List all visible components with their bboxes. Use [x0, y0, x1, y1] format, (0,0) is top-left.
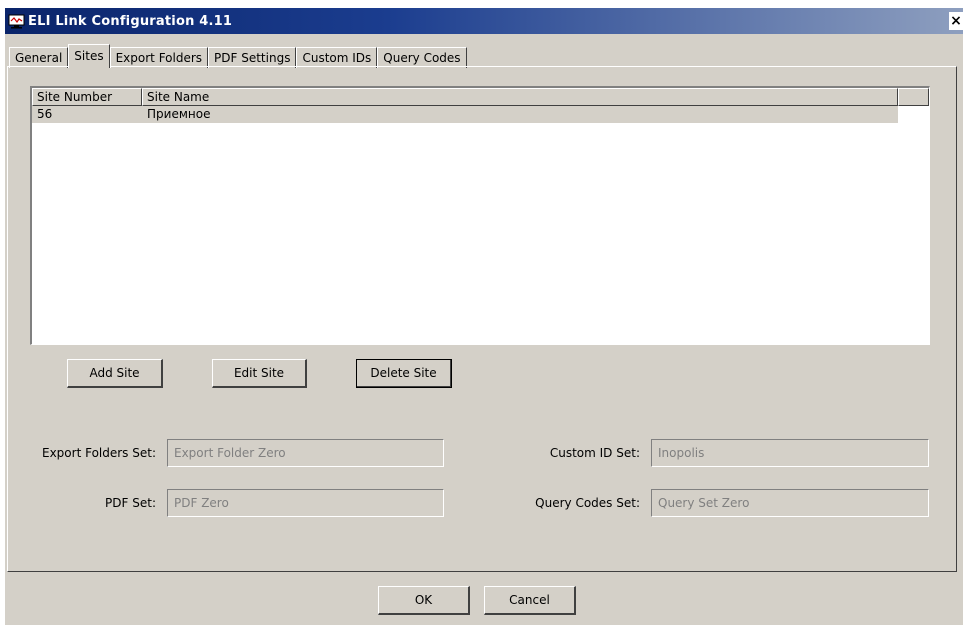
table-header: Site Number Site Name [32, 88, 929, 106]
export-folders-set-label: Export Folders Set: [42, 446, 156, 460]
pdf-set-label: PDF Set: [105, 496, 156, 510]
custom-id-set-field[interactable]: Inopolis [651, 439, 929, 467]
title-bar: ELI Link Configuration 4.11 × [5, 8, 963, 34]
tab-pdf-settings[interactable]: PDF Settings [208, 47, 297, 68]
tab-export-folders[interactable]: Export Folders [109, 47, 209, 68]
tab-sites[interactable]: Sites [68, 44, 110, 68]
query-codes-set-field[interactable]: Query Set Zero [651, 489, 929, 517]
table-row[interactable]: 56 Приемное [32, 106, 898, 123]
close-button[interactable]: × [949, 12, 963, 30]
sites-table[interactable]: Site Number Site Name 56 Приемное [30, 86, 930, 345]
column-header-site-number[interactable]: Site Number [32, 88, 142, 106]
add-site-button[interactable]: Add Site [67, 359, 163, 388]
query-codes-set-label: Query Codes Set: [535, 496, 640, 510]
delete-site-button[interactable]: Delete Site [356, 359, 452, 388]
window-title: ELI Link Configuration 4.11 [28, 13, 233, 29]
tab-general[interactable]: General [9, 47, 69, 68]
cancel-button[interactable]: Cancel [484, 586, 576, 615]
monitor-icon [8, 14, 25, 29]
export-folders-set-field[interactable]: Export Folder Zero [167, 439, 444, 467]
column-header-filler [898, 88, 929, 106]
site-name-cell: Приемное [147, 107, 211, 121]
tab-strip: General Sites Export Folders PDF Setting… [9, 44, 467, 68]
tab-custom-ids[interactable]: Custom IDs [296, 47, 378, 68]
tab-query-codes[interactable]: Query Codes [377, 47, 467, 68]
site-number-cell: 56 [37, 107, 53, 121]
pdf-set-field[interactable]: PDF Zero [167, 489, 444, 517]
custom-id-set-label: Custom ID Set: [549, 446, 640, 460]
column-header-site-name[interactable]: Site Name [142, 88, 898, 106]
ok-button[interactable]: OK [378, 586, 470, 615]
edit-site-button[interactable]: Edit Site [212, 359, 307, 388]
